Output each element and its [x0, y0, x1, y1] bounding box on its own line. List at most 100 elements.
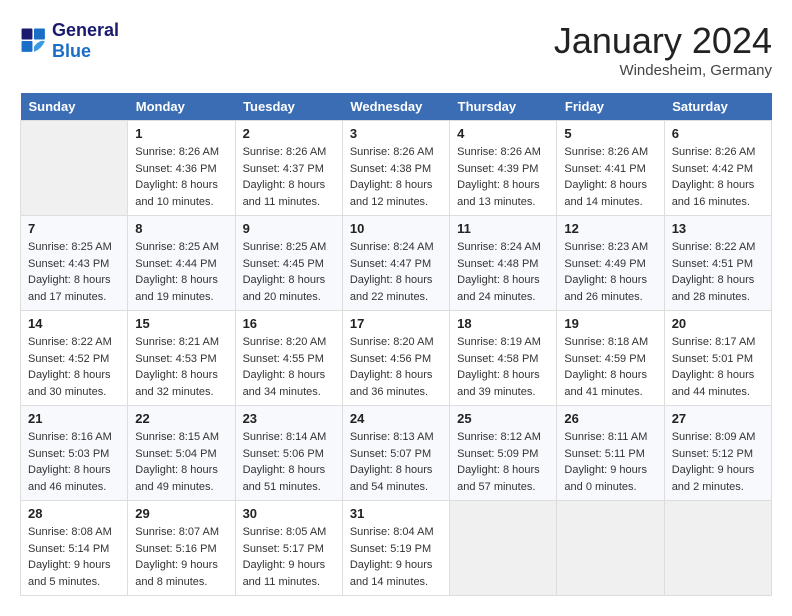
day-number: 16	[243, 316, 335, 331]
day-number: 29	[135, 506, 227, 521]
sunrise-text: Sunrise: 8:13 AM	[350, 429, 442, 446]
day-info: Sunrise: 8:24 AMSunset: 4:48 PMDaylight:…	[457, 239, 549, 305]
day-info: Sunrise: 8:05 AMSunset: 5:17 PMDaylight:…	[243, 524, 335, 590]
day-info: Sunrise: 8:19 AMSunset: 4:58 PMDaylight:…	[457, 334, 549, 400]
daylight-text: Daylight: 9 hours and 5 minutes.	[28, 557, 120, 590]
sunset-text: Sunset: 4:58 PM	[457, 351, 549, 368]
daylight-text: Daylight: 8 hours and 39 minutes.	[457, 367, 549, 400]
calendar-cell: 8 Sunrise: 8:25 AMSunset: 4:44 PMDaylight…	[128, 216, 235, 311]
day-info: Sunrise: 8:11 AMSunset: 5:11 PMDaylight:…	[564, 429, 656, 495]
weekday-header: Saturday	[664, 93, 771, 121]
day-number: 27	[672, 411, 764, 426]
day-info: Sunrise: 8:26 AMSunset: 4:38 PMDaylight:…	[350, 144, 442, 210]
weekday-header: Friday	[557, 93, 664, 121]
daylight-text: Daylight: 9 hours and 14 minutes.	[350, 557, 442, 590]
day-number: 21	[28, 411, 120, 426]
calendar-cell: 21Sunrise: 8:16 AMSunset: 5:03 PMDayligh…	[21, 406, 128, 501]
sunset-text: Sunset: 5:12 PM	[672, 446, 764, 463]
day-info: Sunrise: 8:25 AMSunset: 4:43 PMDaylight:…	[28, 239, 120, 305]
calendar-week-row: 21Sunrise: 8:16 AMSunset: 5:03 PMDayligh…	[21, 406, 772, 501]
day-info: Sunrise: 8:26 AMSunset: 4:42 PMDaylight:…	[672, 144, 764, 210]
sunrise-text: Sunrise: 8:19 AM	[457, 334, 549, 351]
day-number: 5	[564, 126, 656, 141]
day-info: Sunrise: 8:23 AMSunset: 4:49 PMDaylight:…	[564, 239, 656, 305]
day-number: 22	[135, 411, 227, 426]
weekday-header: Monday	[128, 93, 235, 121]
logo-icon	[20, 27, 48, 55]
day-number: 9	[243, 221, 335, 236]
day-info: Sunrise: 8:25 AMSunset: 4:45 PMDaylight:…	[243, 239, 335, 305]
sunrise-text: Sunrise: 8:26 AM	[135, 144, 227, 161]
sunrise-text: Sunrise: 8:26 AM	[672, 144, 764, 161]
weekday-header: Thursday	[450, 93, 557, 121]
weekday-header: Wednesday	[342, 93, 449, 121]
daylight-text: Daylight: 8 hours and 57 minutes.	[457, 462, 549, 495]
daylight-text: Daylight: 8 hours and 12 minutes.	[350, 177, 442, 210]
day-number: 10	[350, 221, 442, 236]
day-info: Sunrise: 8:17 AMSunset: 5:01 PMDaylight:…	[672, 334, 764, 400]
sunset-text: Sunset: 5:03 PM	[28, 446, 120, 463]
weekday-header: Tuesday	[235, 93, 342, 121]
daylight-text: Daylight: 8 hours and 13 minutes.	[457, 177, 549, 210]
title-block: January 2024 Windesheim, Germany	[554, 20, 772, 79]
daylight-text: Daylight: 8 hours and 36 minutes.	[350, 367, 442, 400]
daylight-text: Daylight: 9 hours and 0 minutes.	[564, 462, 656, 495]
calendar-cell	[21, 121, 128, 216]
calendar-cell: 12Sunrise: 8:23 AMSunset: 4:49 PMDayligh…	[557, 216, 664, 311]
day-number: 18	[457, 316, 549, 331]
sunrise-text: Sunrise: 8:11 AM	[564, 429, 656, 446]
sunrise-text: Sunrise: 8:09 AM	[672, 429, 764, 446]
calendar-cell: 10 Sunrise: 8:24 AMSunset: 4:47 PMDayligh…	[342, 216, 449, 311]
calendar-cell: 7Sunrise: 8:25 AMSunset: 4:43 PMDaylight…	[21, 216, 128, 311]
calendar-cell: 25Sunrise: 8:12 AMSunset: 5:09 PMDayligh…	[450, 406, 557, 501]
day-number: 13	[672, 221, 764, 236]
calendar-cell: 14Sunrise: 8:22 AMSunset: 4:52 PMDayligh…	[21, 311, 128, 406]
day-info: Sunrise: 8:25 AMSunset: 4:44 PMDaylight:…	[135, 239, 227, 305]
day-info: Sunrise: 8:09 AMSunset: 5:12 PMDaylight:…	[672, 429, 764, 495]
sunset-text: Sunset: 5:09 PM	[457, 446, 549, 463]
day-number: 2	[243, 126, 335, 141]
day-info: Sunrise: 8:22 AMSunset: 4:52 PMDaylight:…	[28, 334, 120, 400]
day-number: 8	[135, 221, 227, 236]
sunset-text: Sunset: 4:38 PM	[350, 161, 442, 178]
day-info: Sunrise: 8:26 AMSunset: 4:36 PMDaylight:…	[135, 144, 227, 210]
calendar-cell: 9 Sunrise: 8:25 AMSunset: 4:45 PMDaylight…	[235, 216, 342, 311]
daylight-text: Daylight: 8 hours and 28 minutes.	[672, 272, 764, 305]
daylight-text: Daylight: 8 hours and 46 minutes.	[28, 462, 120, 495]
day-number: 4	[457, 126, 549, 141]
calendar-cell: 28Sunrise: 8:08 AMSunset: 5:14 PMDayligh…	[21, 501, 128, 596]
sunrise-text: Sunrise: 8:25 AM	[28, 239, 120, 256]
daylight-text: Daylight: 8 hours and 34 minutes.	[243, 367, 335, 400]
sunrise-text: Sunrise: 8:25 AM	[135, 239, 227, 256]
daylight-text: Daylight: 8 hours and 22 minutes.	[350, 272, 442, 305]
daylight-text: Daylight: 8 hours and 44 minutes.	[672, 367, 764, 400]
daylight-text: Daylight: 8 hours and 10 minutes.	[135, 177, 227, 210]
day-number: 31	[350, 506, 442, 521]
sunrise-text: Sunrise: 8:04 AM	[350, 524, 442, 541]
sunrise-text: Sunrise: 8:26 AM	[243, 144, 335, 161]
daylight-text: Daylight: 9 hours and 11 minutes.	[243, 557, 335, 590]
sunset-text: Sunset: 4:42 PM	[672, 161, 764, 178]
sunrise-text: Sunrise: 8:14 AM	[243, 429, 335, 446]
day-info: Sunrise: 8:04 AMSunset: 5:19 PMDaylight:…	[350, 524, 442, 590]
sunset-text: Sunset: 4:37 PM	[243, 161, 335, 178]
sunset-text: Sunset: 5:14 PM	[28, 541, 120, 558]
sunset-text: Sunset: 4:36 PM	[135, 161, 227, 178]
day-info: Sunrise: 8:20 AMSunset: 4:55 PMDaylight:…	[243, 334, 335, 400]
daylight-text: Daylight: 8 hours and 14 minutes.	[564, 177, 656, 210]
day-info: Sunrise: 8:07 AMSunset: 5:16 PMDaylight:…	[135, 524, 227, 590]
calendar-cell: 19Sunrise: 8:18 AMSunset: 4:59 PMDayligh…	[557, 311, 664, 406]
calendar-week-row: 28Sunrise: 8:08 AMSunset: 5:14 PMDayligh…	[21, 501, 772, 596]
sunrise-text: Sunrise: 8:07 AM	[135, 524, 227, 541]
day-info: Sunrise: 8:24 AMSunset: 4:47 PMDaylight:…	[350, 239, 442, 305]
calendar-cell: 17Sunrise: 8:20 AMSunset: 4:56 PMDayligh…	[342, 311, 449, 406]
day-info: Sunrise: 8:22 AMSunset: 4:51 PMDaylight:…	[672, 239, 764, 305]
day-number: 20	[672, 316, 764, 331]
day-number: 11	[457, 221, 549, 236]
day-number: 26	[564, 411, 656, 426]
calendar-week-row: 7Sunrise: 8:25 AMSunset: 4:43 PMDaylight…	[21, 216, 772, 311]
calendar-cell	[664, 501, 771, 596]
sunrise-text: Sunrise: 8:26 AM	[350, 144, 442, 161]
calendar-cell: 22Sunrise: 8:15 AMSunset: 5:04 PMDayligh…	[128, 406, 235, 501]
sunset-text: Sunset: 5:16 PM	[135, 541, 227, 558]
